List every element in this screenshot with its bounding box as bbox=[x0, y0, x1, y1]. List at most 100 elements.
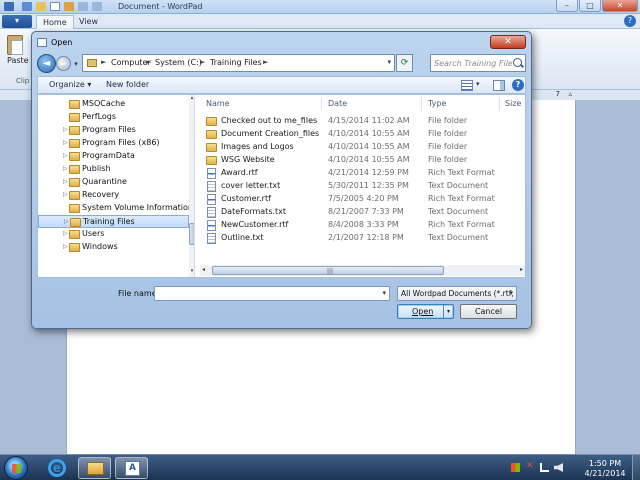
print-icon[interactable] bbox=[64, 2, 74, 11]
expand-arrow-icon[interactable]: ▷ bbox=[63, 178, 68, 185]
network-icon[interactable] bbox=[540, 463, 549, 472]
undo-icon[interactable] bbox=[78, 2, 88, 11]
cancel-button[interactable]: Cancel bbox=[460, 304, 517, 319]
back-button[interactable]: ◄ bbox=[37, 54, 56, 73]
save-icon[interactable] bbox=[22, 2, 32, 11]
paste-icon[interactable] bbox=[7, 35, 23, 55]
expand-arrow-icon[interactable]: ▷ bbox=[63, 126, 68, 133]
open-options-chevron-icon[interactable]: ▾ bbox=[443, 305, 453, 318]
expand-arrow-icon[interactable]: ▷ bbox=[63, 243, 68, 250]
file-row[interactable]: cover letter.txt 5/30/2011 12:35 PM Text… bbox=[200, 180, 525, 193]
redo-icon[interactable] bbox=[92, 2, 102, 11]
breadcrumb-training-files[interactable]: Training Files bbox=[210, 58, 262, 67]
expand-arrow-icon[interactable]: ▷ bbox=[63, 191, 68, 198]
file-row[interactable]: Outline.txt 2/1/2007 12:18 PM Text Docum… bbox=[200, 232, 525, 245]
address-bar[interactable]: ► Computer ► System (C:) ► Training File… bbox=[82, 54, 395, 72]
forward-button[interactable]: ► bbox=[56, 56, 71, 71]
nav-item[interactable]: ▷ Users bbox=[38, 228, 189, 241]
expand-arrow-icon[interactable]: ▷ bbox=[63, 165, 68, 172]
breadcrumb-chevron-icon[interactable]: ► bbox=[200, 58, 205, 66]
expand-arrow-icon[interactable]: ▷ bbox=[63, 230, 68, 237]
file-row[interactable]: Award.rtf 4/21/2014 12:59 PM Rich Text F… bbox=[200, 167, 525, 180]
horizontal-scroll-thumb[interactable]: ||| bbox=[212, 266, 444, 275]
action-center-flag-icon[interactable] bbox=[511, 463, 520, 472]
nav-item[interactable]: ▷ Program Files (x86) bbox=[38, 137, 189, 150]
file-row[interactable]: NewCustomer.rtf 8/4/2008 3:33 PM Rich Te… bbox=[200, 219, 525, 232]
search-input[interactable] bbox=[434, 57, 512, 70]
wordpad-app-icon[interactable] bbox=[4, 2, 14, 11]
column-header-name[interactable]: Name bbox=[202, 97, 322, 111]
tab-view[interactable]: View bbox=[73, 15, 104, 29]
address-dropdown-icon[interactable]: ▾ bbox=[387, 58, 391, 66]
view-options-chevron-icon[interactable]: ▾ bbox=[476, 80, 480, 88]
breadcrumb-chevron-icon[interactable]: ► bbox=[101, 58, 106, 66]
horizontal-scrollbar[interactable]: ◂ ||| ▸ bbox=[200, 265, 525, 276]
ruler-right-indent-icon[interactable]: ▵ bbox=[568, 90, 572, 98]
breadcrumb-computer[interactable]: Computer bbox=[111, 58, 151, 67]
help-icon[interactable]: ? bbox=[624, 15, 636, 27]
new-document-icon[interactable] bbox=[50, 2, 60, 11]
taskbar-windows-explorer[interactable] bbox=[78, 457, 111, 479]
dialog-close-button[interactable]: ✕ bbox=[490, 35, 526, 49]
nav-item[interactable]: ▷ Recovery bbox=[38, 189, 189, 202]
refresh-button[interactable]: ⟳ bbox=[396, 54, 413, 72]
file-type-select[interactable]: All Wordpad Documents (*.rtf, ▾ bbox=[397, 286, 517, 301]
clock-date[interactable]: 4/21/2014 bbox=[578, 469, 632, 478]
column-header-date[interactable]: Date bbox=[324, 97, 422, 111]
breadcrumb-chevron-icon[interactable]: ► bbox=[263, 58, 268, 66]
nav-scroll-thumb[interactable] bbox=[189, 223, 194, 245]
nav-item[interactable]: ▷ Publish bbox=[38, 163, 189, 176]
file-row[interactable]: WSG Website 4/10/2014 10:55 AM File fold… bbox=[200, 154, 525, 167]
nav-item[interactable]: PerfLogs bbox=[38, 111, 189, 124]
search-icon[interactable] bbox=[513, 58, 522, 67]
expand-arrow-icon[interactable]: ▷ bbox=[64, 218, 69, 225]
minimize-button[interactable]: – bbox=[556, 0, 578, 12]
scroll-down-icon[interactable]: ▾ bbox=[189, 268, 194, 276]
file-row[interactable]: Checked out to me_files 4/15/2014 11:02 … bbox=[200, 115, 525, 128]
recent-locations-chevron-icon[interactable]: ▾ bbox=[72, 58, 80, 70]
new-folder-button[interactable]: New folder bbox=[106, 80, 149, 89]
file-row[interactable]: Customer.rtf 7/5/2005 4:20 PM Rich Text … bbox=[200, 193, 525, 206]
file-name-input[interactable] bbox=[157, 288, 372, 299]
nav-item[interactable]: ▷ Program Files bbox=[38, 124, 189, 137]
file-row[interactable]: DateFormats.txt 8/21/2007 7:33 PM Text D… bbox=[200, 206, 525, 219]
breadcrumb-system-c[interactable]: System (C:) bbox=[155, 58, 202, 67]
open-button[interactable]: Open ▾ bbox=[397, 304, 454, 319]
search-box[interactable] bbox=[430, 54, 526, 72]
nav-item[interactable]: ▷ Quarantine bbox=[38, 176, 189, 189]
taskbar-wordpad[interactable] bbox=[115, 457, 148, 479]
organize-button[interactable]: Organize ▾ bbox=[49, 80, 91, 89]
tab-home[interactable]: Home bbox=[36, 15, 74, 29]
file-row[interactable]: Document Creation_files 4/10/2014 10:55 … bbox=[200, 128, 525, 141]
scroll-left-icon[interactable]: ◂ bbox=[202, 266, 205, 273]
show-desktop-button[interactable] bbox=[632, 455, 640, 480]
expand-arrow-icon[interactable]: ▷ bbox=[63, 139, 68, 146]
security-alert-icon[interactable]: ✕ bbox=[526, 461, 535, 471]
file-type-dropdown-icon[interactable]: ▾ bbox=[509, 289, 513, 297]
breadcrumb-chevron-icon[interactable]: ► bbox=[146, 58, 151, 66]
scroll-up-icon[interactable]: ▴ bbox=[189, 95, 194, 103]
nav-item[interactable]: ▷ ProgramData bbox=[38, 150, 189, 163]
nav-scrollbar[interactable]: ▴ ▾ bbox=[189, 95, 194, 277]
column-header-type[interactable]: Type bbox=[424, 97, 500, 111]
start-button[interactable] bbox=[4, 456, 28, 480]
clock-time[interactable]: 1:50 PM bbox=[578, 459, 632, 468]
nav-item[interactable]: System Volume Information bbox=[38, 202, 193, 215]
maximize-button[interactable]: □ bbox=[579, 0, 601, 12]
preview-pane-icon[interactable] bbox=[493, 80, 505, 91]
column-header-size[interactable]: Size bbox=[501, 97, 525, 111]
help-icon[interactable]: ? bbox=[512, 79, 524, 91]
nav-item[interactable]: ▷ Windows bbox=[38, 241, 189, 254]
change-view-icon[interactable] bbox=[461, 80, 473, 91]
nav-item[interactable]: MSOCache bbox=[38, 98, 189, 111]
nav-item-selected[interactable]: ▷ Training Files bbox=[38, 215, 189, 228]
file-name-combobox[interactable]: ▾ bbox=[154, 286, 390, 301]
paste-label[interactable]: Paste bbox=[7, 56, 29, 65]
close-button[interactable]: ✕ bbox=[602, 0, 638, 12]
volume-icon[interactable] bbox=[554, 463, 563, 472]
taskbar-internet-explorer[interactable]: e bbox=[41, 457, 74, 479]
expand-arrow-icon[interactable]: ▷ bbox=[63, 152, 68, 159]
open-folder-icon[interactable] bbox=[36, 2, 46, 11]
scroll-right-icon[interactable]: ▸ bbox=[520, 266, 523, 273]
application-menu-button[interactable]: ▾ bbox=[2, 15, 32, 28]
